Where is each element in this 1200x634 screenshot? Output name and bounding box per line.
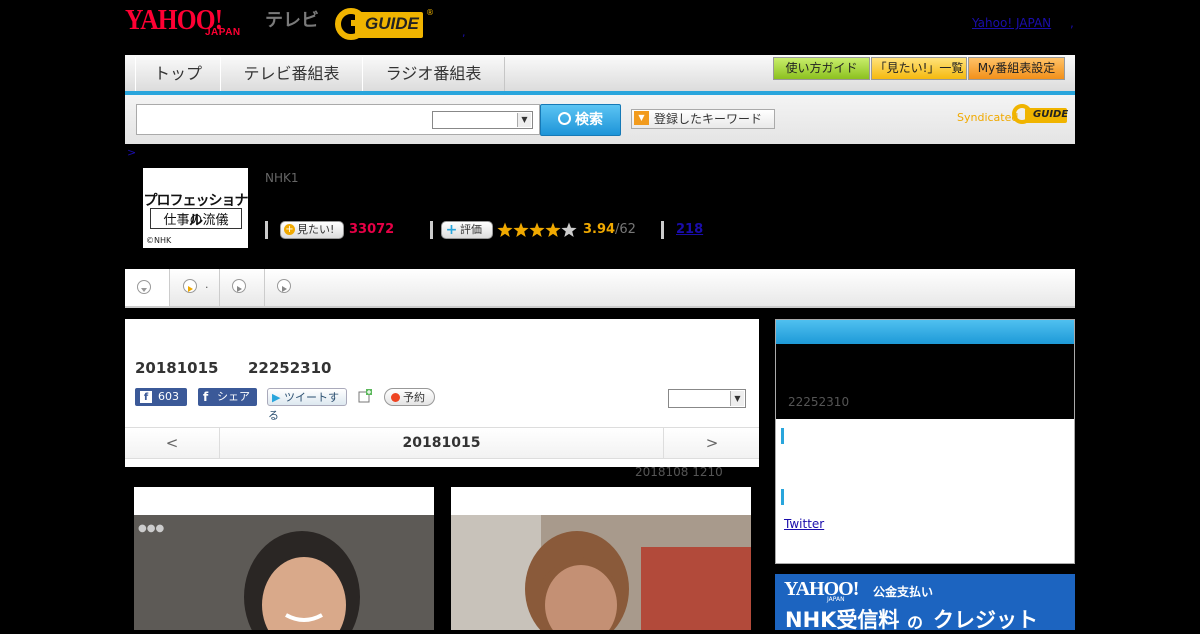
- plus-icon: +: [445, 222, 458, 238]
- thumbnail-copyright: ©NHK: [146, 236, 172, 245]
- side-panel-header: [776, 320, 1074, 344]
- star-icon: [561, 222, 577, 237]
- rate-button-label: 評価: [460, 223, 482, 236]
- add-bookmark-icon[interactable]: [357, 388, 373, 404]
- pager-current: 20181015: [402, 435, 481, 451]
- twitter-link[interactable]: Twitter: [784, 517, 824, 531]
- section-marker: [781, 428, 784, 444]
- pager-prev[interactable]: <: [125, 428, 220, 458]
- chevron-down-icon: ▼: [517, 113, 531, 127]
- broadcast-panel: 20181015 22252310 f 603 f シェア ▶ ツイートする 予約 ▼…: [125, 319, 759, 467]
- ad-title: 公金支払い: [873, 585, 934, 599]
- facebook-share-label: シェア: [217, 390, 250, 403]
- nav-tab-top[interactable]: トップ: [135, 57, 221, 91]
- ad-brand: YAHOO!: [784, 578, 859, 600]
- side-panel-video[interactable]: 22252310: [776, 344, 1074, 419]
- play-icon: [232, 279, 246, 293]
- search-bar: ▼ 検索 ▼ 登録したキーワード Syndicated GUIDE: [125, 95, 1075, 144]
- syndicated-logo-text: GUIDE: [1033, 109, 1069, 120]
- facebook-icon: f: [203, 390, 209, 404]
- facebook-icon: f: [140, 391, 152, 403]
- rating-stars: [497, 221, 581, 239]
- divider: [661, 221, 664, 239]
- view-select[interactable]: ▼: [668, 389, 746, 408]
- facebook-share-button[interactable]: f シェア: [198, 388, 257, 406]
- nav-tab-tv-listings[interactable]: テレビ番組表: [220, 57, 363, 91]
- side-panel: 22252310 Twitter: [775, 319, 1075, 564]
- search-icon: [558, 112, 571, 125]
- broadcast-id: 22252310: [248, 359, 332, 377]
- tab-details[interactable]: [125, 269, 170, 306]
- syndicated-label: Syndicated: [957, 111, 1019, 124]
- g-guide-logo[interactable]: GUIDE ®: [335, 8, 435, 40]
- tv-logo-text[interactable]: テレビ: [265, 6, 319, 32]
- yahoo-logo-japan: JAPAN: [205, 27, 241, 38]
- want-list-button[interactable]: 「見たい!」一覧: [871, 57, 967, 80]
- chevron-down-icon: [137, 280, 151, 294]
- registered-keywords-button[interactable]: ▼ 登録したキーワード: [631, 109, 775, 129]
- program-tabstrip: .: [125, 269, 1075, 308]
- facebook-like-count: 603: [158, 390, 179, 403]
- play-icon: [277, 279, 291, 293]
- want-button[interactable]: + 見たい!: [280, 221, 344, 239]
- registered-mark: ®: [426, 8, 434, 17]
- usage-guide-button[interactable]: 使い方ガイド: [773, 57, 870, 80]
- reserve-button[interactable]: 予約: [384, 388, 435, 406]
- main-nav: トップ テレビ番組表 ラジオ番組表 使い方ガイド 「見たい!」一覧 My番組表設…: [125, 55, 1075, 95]
- record-icon: [391, 393, 400, 402]
- ad-brand-sub: JAPAN: [827, 596, 845, 603]
- registered-keywords-label: 登録したキーワード: [654, 112, 763, 126]
- tab-fourth[interactable]: [264, 269, 309, 306]
- rating-count: /62: [615, 222, 636, 237]
- channel-name: NHK1: [265, 171, 299, 185]
- broadcast-date: 20181015: [135, 359, 219, 377]
- facebook-like-button[interactable]: f 603: [135, 388, 187, 406]
- plus-icon: +: [284, 224, 295, 235]
- header-trailing-text: ,: [1070, 16, 1074, 30]
- program-thumbnail: プロフェッショナル 仕事の流儀 ©NHK: [143, 168, 249, 248]
- divider: [430, 221, 433, 239]
- rating-value: 3.94: [583, 222, 616, 237]
- pager-next[interactable]: >: [663, 428, 760, 458]
- tab-second[interactable]: .: [169, 269, 220, 306]
- review-count-link[interactable]: 218: [676, 222, 703, 237]
- svg-text:●●●: ●●●: [138, 523, 164, 534]
- search-category-select[interactable]: ▼: [432, 111, 533, 129]
- side-panel-id: 22252310: [788, 395, 850, 409]
- tab-third[interactable]: [219, 269, 265, 306]
- syndicated-g-guide-logo: GUIDE: [1011, 103, 1069, 125]
- ad-headline-2: の: [907, 613, 924, 632]
- search-button[interactable]: 検索: [540, 104, 621, 136]
- yahoo-japan-link[interactable]: Yahoo! JAPAN: [972, 16, 1051, 30]
- search-button-label: 検索: [575, 112, 603, 128]
- breadcrumb[interactable]: >: [127, 146, 136, 159]
- nav-tab-radio-listings[interactable]: ラジオ番組表: [362, 57, 505, 91]
- program-photo-1[interactable]: ●●●: [134, 487, 434, 634]
- star-icon: [513, 222, 529, 237]
- last-updated: 2018108 1210: [635, 465, 723, 479]
- divider: [265, 221, 268, 239]
- twitter-icon: ▶: [272, 391, 281, 404]
- date-pager: < 20181015 >: [125, 427, 759, 459]
- section-marker: [781, 489, 784, 505]
- rate-button[interactable]: + 評価: [441, 221, 493, 239]
- thumbnail-title-2: 仕事の流儀: [150, 208, 242, 229]
- star-icon: [529, 222, 545, 237]
- header-separator: ,: [462, 26, 466, 39]
- nhk-payment-ad[interactable]: YAHOO! JAPAN 公金支払い NHK受信料 の クレジット: [775, 574, 1075, 632]
- tab-second-text: .: [205, 278, 209, 291]
- g-guide-logo-text: GUIDE: [365, 14, 419, 33]
- chevron-down-icon: ▼: [730, 391, 744, 406]
- reserve-label: 予約: [403, 391, 425, 404]
- star-icon: [497, 222, 513, 237]
- dropdown-arrow-icon: ▼: [634, 111, 649, 125]
- want-button-label: 見たい!: [297, 223, 335, 236]
- play-icon: [183, 279, 197, 293]
- tweet-button[interactable]: ▶ ツイートする: [267, 388, 347, 422]
- my-listings-settings-button[interactable]: My番組表設定: [968, 57, 1065, 80]
- program-photo-2[interactable]: [451, 487, 751, 634]
- want-count: 33072: [349, 222, 395, 237]
- star-icon: [545, 222, 561, 237]
